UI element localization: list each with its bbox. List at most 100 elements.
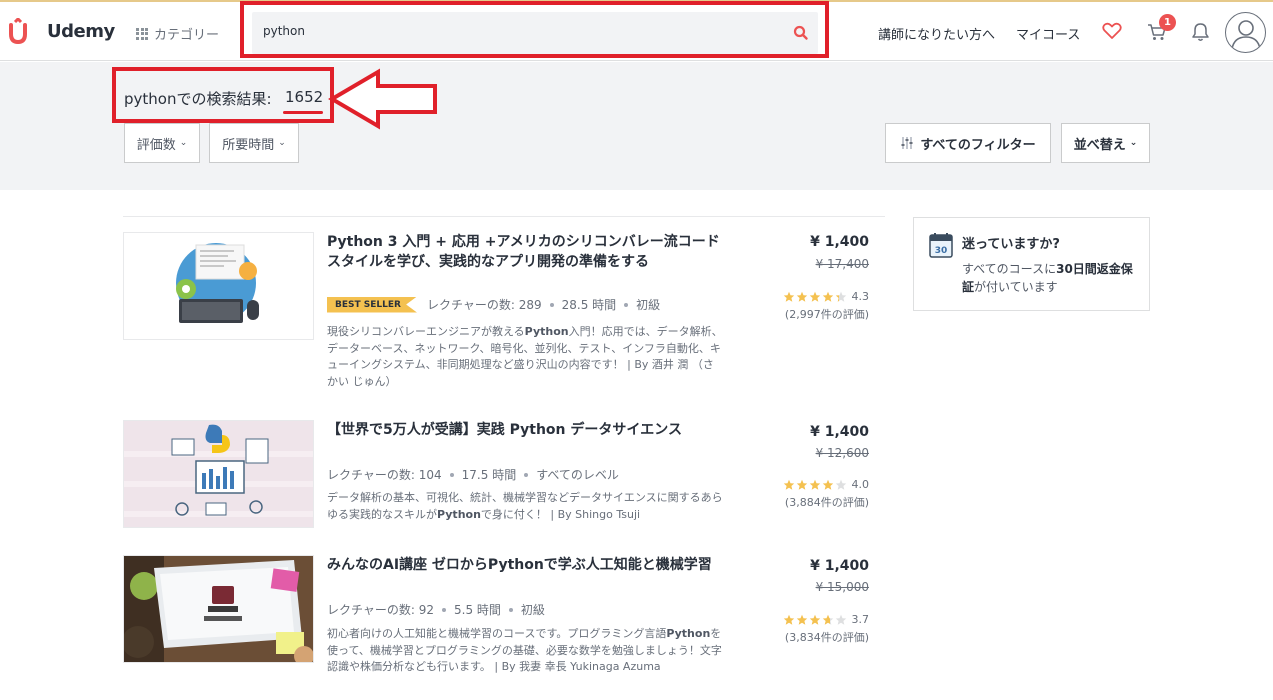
- course-meta: レクチャーの数: 104 17.5 時間 すべてのレベル: [327, 466, 619, 483]
- course-original-price: ¥ 17,400: [815, 257, 869, 271]
- star-icon: [783, 291, 794, 302]
- dot-separator: [524, 472, 529, 477]
- course-thumbnail[interactable]: [123, 420, 314, 528]
- lecture-count: レクチャーの数: 289: [426, 298, 542, 312]
- course-description: 現役シリコンバレーエンジニアが教えるPython入門！応用では、データ解析、デー…: [327, 324, 723, 390]
- course-original-price: ¥ 15,000: [815, 580, 869, 594]
- star-icon: [809, 614, 820, 625]
- money-back-guarantee-card: 30 迷っていますか? すべてのコースに30日間返金保証が付いています: [913, 217, 1150, 311]
- desc-text: 現役シリコンバレーエンジニアが教える: [327, 325, 525, 338]
- desc-keyword: Python: [437, 507, 481, 521]
- duration-filter-label: 所要時間: [222, 137, 275, 153]
- ratings-filter-label: 評価数: [136, 137, 176, 153]
- star-icon: [835, 479, 846, 490]
- user-silhouette-icon: [1231, 20, 1261, 50]
- all-filters-label: すべてのフィルター: [920, 137, 1036, 153]
- course-price: ¥ 1,400: [810, 234, 869, 250]
- lecture-count: レクチャーの数: 104: [327, 468, 442, 482]
- rating-stars: 4.3: [783, 290, 870, 303]
- calendar-day-label: 30: [935, 246, 948, 256]
- star-icon: [822, 291, 833, 302]
- star-icons: [783, 291, 848, 303]
- course-level: すべてのレベル: [536, 468, 619, 482]
- logo-text: Udemy: [47, 20, 115, 42]
- dot-separator: [442, 607, 447, 612]
- rating-stars: 4.0: [783, 478, 870, 491]
- course-hours: 5.5 時間: [454, 603, 501, 617]
- chevron-down-icon: ⌄: [179, 138, 188, 148]
- course-level: 初級: [520, 603, 545, 617]
- calendar-icon: 30: [929, 233, 953, 258]
- desc-keyword: Python: [666, 627, 711, 640]
- course-original-price: ¥ 12,600: [815, 446, 869, 460]
- course-thumbnail[interactable]: [123, 555, 314, 663]
- sort-label: 並べ替え: [1073, 137, 1126, 153]
- course-meta: レクチャーの数: 92 5.5 時間 初級: [327, 601, 545, 618]
- review-count: (3,884件の評価): [784, 496, 869, 509]
- duration-filter-button[interactable]: 所要時間 ⌄: [209, 123, 299, 163]
- udemy-logo[interactable]: Udemy: [7, 18, 115, 44]
- star-icon: [796, 291, 807, 302]
- dot-separator: [624, 302, 629, 307]
- sidebar-text: が付いています: [974, 280, 1058, 294]
- heart-icon[interactable]: [1102, 22, 1122, 40]
- desc-text: で身に付く！ | By Shingo Tsuji: [480, 507, 641, 521]
- star-icon: [835, 614, 846, 625]
- become-instructor-link[interactable]: 講師になりたい方へ: [878, 24, 995, 43]
- star-icon: [809, 291, 820, 302]
- star-icon: [796, 614, 807, 625]
- desc-keyword: Python: [524, 325, 569, 338]
- course-hours: 17.5 時間: [461, 468, 517, 482]
- dot-separator: [508, 607, 513, 612]
- lecture-count: レクチャーの数: 92: [327, 603, 435, 617]
- star-icon: [796, 479, 807, 490]
- rating-value: 4.0: [851, 478, 870, 491]
- sidebar-title: 迷っていますか?: [962, 237, 1060, 252]
- filter-icon: [901, 137, 913, 149]
- cart-count-badge: 1: [1159, 14, 1176, 31]
- desc-text: 初心者向けの人工知能と機械学習のコースです。プログラミング言語: [327, 627, 667, 640]
- course-price: ¥ 1,400: [810, 558, 869, 574]
- bell-icon[interactable]: [1191, 22, 1210, 42]
- review-count: (2,997件の評価): [784, 308, 869, 321]
- my-courses-link[interactable]: マイコース: [1016, 24, 1080, 43]
- grid-icon: [136, 27, 148, 40]
- avatar-icon[interactable]: [1225, 12, 1266, 53]
- star-icon: [835, 291, 846, 302]
- course-title[interactable]: 【世界で5万人が受講】実践 Python データサイエンス: [327, 420, 727, 440]
- star-icons: [783, 479, 848, 491]
- sidebar-body: すべてのコースに30日間返金保証が付いています: [962, 260, 1142, 296]
- star-icon: [822, 614, 833, 625]
- dot-separator: [549, 302, 554, 307]
- sidebar-text: すべてのコースに: [962, 262, 1057, 276]
- course-title[interactable]: Python 3 入門 + 応用 +アメリカのシリコンバレー流コードスタイルを学…: [327, 232, 727, 272]
- course-meta: BEST SELLER レクチャーの数: 289 28.5 時間 初級: [327, 296, 660, 313]
- udemy-logo-icon: [9, 18, 27, 44]
- ratings-filter-button[interactable]: 評価数 ⌄: [124, 123, 200, 163]
- course-thumbnail-image: [124, 233, 313, 339]
- star-icon: [809, 479, 820, 490]
- sort-button[interactable]: 並べ替え ⌄: [1061, 123, 1150, 163]
- categories-label: カテゴリー: [154, 28, 220, 43]
- course-description: データ解析の基本、可視化、統計、機械学習などデータサイエンスに関するあらゆる実践…: [327, 490, 723, 523]
- rating-stars: 3.7: [783, 613, 870, 626]
- course-title[interactable]: みんなのAI講座 ゼロからPythonで学ぶ人工知能と機械学習: [327, 555, 727, 575]
- rating-value: 4.3: [851, 290, 870, 303]
- course-thumbnail-image: [124, 421, 313, 527]
- star-icons: [783, 614, 848, 626]
- star-icon: [783, 614, 794, 625]
- chevron-down-icon: ⌄: [1129, 138, 1138, 148]
- list-divider: [123, 216, 885, 217]
- arrow-annotation-icon: [328, 68, 437, 130]
- course-price: ¥ 1,400: [810, 424, 869, 440]
- chevron-down-icon: ⌄: [278, 138, 286, 148]
- course-hours: 28.5 時間: [561, 298, 617, 312]
- categories-menu[interactable]: カテゴリー: [136, 24, 219, 43]
- dot-separator: [449, 472, 454, 477]
- course-thumbnail-image: [124, 556, 313, 662]
- course-description: 初心者向けの人工知能と機械学習のコースです。プログラミング言語Pythonを使っ…: [327, 626, 723, 676]
- rating-value: 3.7: [851, 613, 870, 626]
- course-thumbnail[interactable]: [123, 232, 314, 340]
- all-filters-button[interactable]: すべてのフィルター: [885, 123, 1051, 163]
- count-highlight-box: [112, 67, 334, 123]
